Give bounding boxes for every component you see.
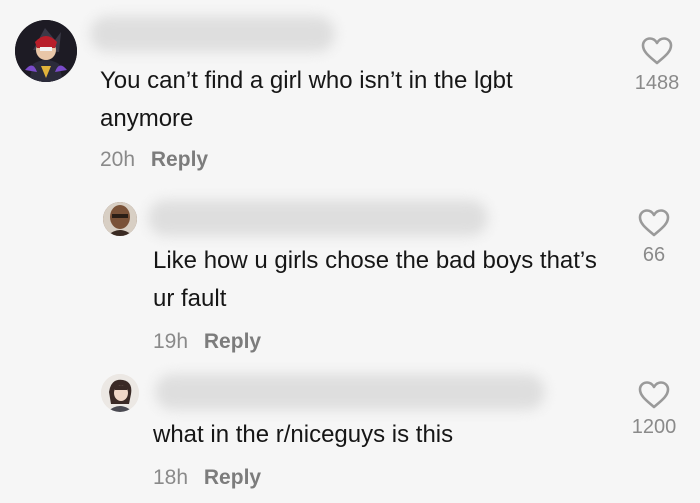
comment-text: Like how u girls chose the bad boys that… [153,247,597,312]
person-photo-avatar-icon [103,202,137,236]
anime-girl-avatar-icon [101,374,139,412]
like-button[interactable]: 1200 [624,380,684,439]
like-count: 66 [642,244,666,266]
heart-icon [638,209,670,237]
comment: Like how u girls chose the bad boys that… [0,190,700,360]
comment: You can’t find a girl who isn’t in the l… [0,0,700,190]
heart-icon [641,37,673,65]
anime-character-avatar-icon [15,20,77,82]
comment: what in the r/niceguys is this 18h Reply… [0,360,700,503]
comment-time: 20h [100,148,136,171]
avatar[interactable] [103,202,137,236]
comment-text: You can’t find a girl who isn’t in the l… [100,67,513,132]
like-button[interactable]: 1488 [627,36,687,95]
username-redacted [148,200,488,236]
reply-button[interactable]: Reply [204,466,261,489]
avatar[interactable] [15,20,77,82]
comment-meta: 20h Reply [100,148,208,172]
comment-meta: 18h Reply [153,466,261,490]
like-count: 1200 [631,416,677,438]
username-redacted [90,16,335,52]
username-redacted [155,374,545,410]
comment-meta: 19h Reply [153,330,261,354]
like-button[interactable]: 66 [624,208,684,267]
heart-icon [638,381,670,409]
comment-text: what in the r/niceguys is this [153,421,454,448]
avatar[interactable] [101,374,139,412]
comment-time: 19h [153,330,189,353]
reply-button[interactable]: Reply [151,148,208,171]
like-count: 1488 [634,72,680,94]
comment-time: 18h [153,466,189,489]
reply-button[interactable]: Reply [204,330,261,353]
